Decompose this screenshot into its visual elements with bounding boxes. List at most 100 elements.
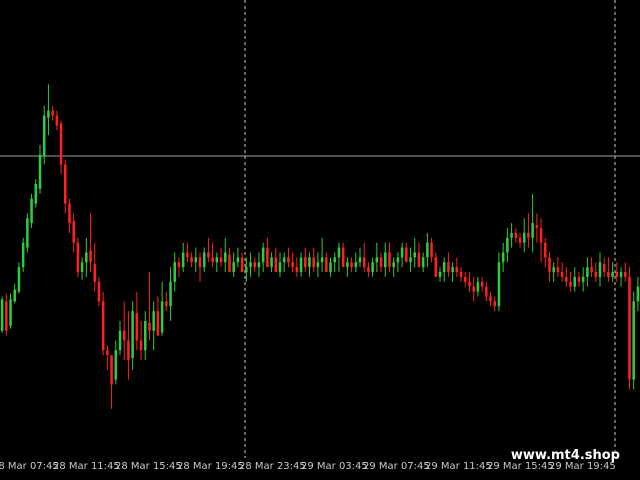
candle-body [64,164,67,204]
candle-body [362,257,366,268]
candle-body [211,257,214,263]
candle-body [127,340,130,361]
candle-body [261,247,265,263]
candle-body [388,252,391,268]
candles-group [0,84,640,409]
candle-body [274,257,278,273]
candle-body [590,267,593,273]
candle-body [468,281,471,287]
candle-body [489,296,492,302]
candle-body [354,262,358,268]
time-tick-label: 29 Mar 11:45 [425,461,492,472]
candle-body [636,286,640,302]
candle-body [308,257,311,268]
candle-body [426,242,429,258]
candle-body [565,276,568,282]
candle-body [80,262,84,273]
candle-body [459,272,463,277]
candle-body [17,267,21,292]
candle-body [257,262,261,268]
candle-body [194,257,198,263]
candle-body [118,330,122,351]
candlestick-plot[interactable] [0,0,640,458]
candle-body [51,110,54,116]
candle-body [455,267,459,273]
candle-body [573,276,576,287]
candle-body [569,281,572,287]
candle-body [245,267,248,273]
candle-body [346,262,349,268]
candle-body [236,257,240,263]
candle-body [325,257,328,273]
candle-body [110,355,113,385]
candle-body [190,257,193,263]
candle-body [202,252,206,268]
candle-body [291,262,294,268]
candle-body [114,350,118,380]
candle-body [320,257,324,263]
candle-body [341,247,345,268]
candle-body [59,123,63,165]
candle-body [396,257,400,263]
candle-body [539,228,543,243]
candle-body [497,262,501,307]
candle-body [219,257,223,263]
candle-body [527,232,530,238]
time-tick-label: 28 Mar 19:45 [177,461,244,472]
candle-body [282,257,286,263]
candle-body [186,252,189,258]
candle-body [337,247,341,258]
candle-body [287,257,290,263]
time-tick-label: 28 Mar 23:45 [239,461,306,472]
candle-body [535,225,539,229]
candle-body [413,252,416,258]
candle-body [72,221,75,243]
candle-body [501,252,505,263]
candle-body [624,272,627,277]
candle-body [139,340,143,351]
candle-body [586,267,589,277]
time-tick-label: 28 Mar 07:45 [0,461,59,472]
candle-body [506,237,509,253]
candle-body [493,301,496,307]
candle-body [165,301,168,307]
candle-body [278,262,282,273]
candle-body [476,281,480,292]
candle-body [93,264,96,282]
candle-body [228,254,231,273]
candle-body [13,289,16,302]
candle-body [266,247,269,268]
candle-body [144,320,147,351]
time-tick-label: 28 Mar 15:45 [115,461,182,472]
candle-body [615,272,619,277]
candle-body [304,257,307,268]
candle-body [544,242,547,258]
candle-body [295,267,299,273]
candle-body [442,262,446,273]
price-chart[interactable] [0,0,640,458]
candle-body [518,237,522,243]
candle-body [181,252,185,268]
candle-body [379,257,383,268]
candle-body [552,267,555,273]
candle-body [122,330,126,341]
candle-body [131,311,134,359]
candle-body [169,281,172,307]
candle-body [480,281,484,287]
candle-body [556,267,560,273]
candle-body [464,276,467,282]
candle-body [173,262,176,282]
candle-body [577,276,581,282]
candle-body [560,272,564,277]
candle-body [68,203,71,224]
candle-body [177,262,181,268]
candle-body [38,154,42,189]
candle-body [375,257,379,263]
candle-body [30,198,33,224]
candle-body [421,257,425,268]
candle-body [333,257,336,263]
candle-body [156,311,160,336]
candle-body [611,272,614,277]
candle-body [42,115,46,157]
candle-body [89,250,92,263]
